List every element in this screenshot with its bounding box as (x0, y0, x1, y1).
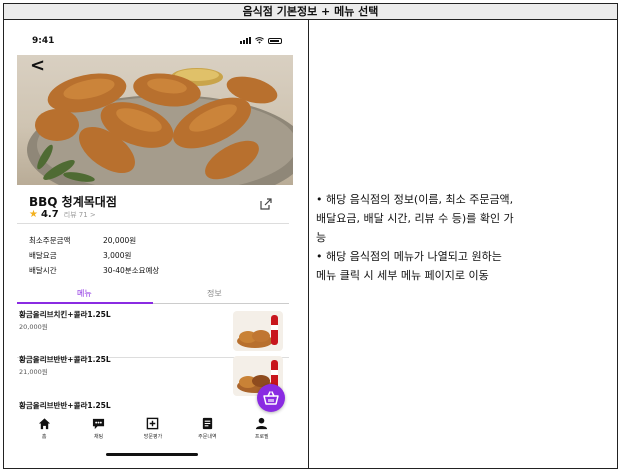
menu-item[interactable]: 황금올리브치킨+콜라1.25L 20,000원 (17, 309, 289, 353)
column-divider (308, 20, 309, 469)
status-icons (240, 37, 282, 44)
cart-button[interactable] (257, 384, 285, 412)
basket-icon (263, 391, 279, 405)
battery-icon (268, 37, 282, 44)
table-header: 음식점 기본정보 + 메뉴 선택 (4, 4, 617, 20)
rating-score: 4.7 (40, 209, 59, 220)
menu-item-image (233, 311, 283, 351)
nav-label: 주문내역 (198, 434, 217, 440)
nav-item-orders[interactable]: 주문내역 (183, 417, 231, 447)
share-icon[interactable] (259, 197, 273, 211)
menu-item-price: 21,000원 (19, 368, 48, 376)
receipt-icon (202, 417, 213, 430)
nav-label: 채팅 (93, 434, 104, 440)
menu-item-price: 20,000원 (19, 323, 48, 331)
status-time: 9:41 (32, 36, 55, 46)
menu-item-name: 황금올리브반반+콜라1.25L (19, 401, 111, 410)
store-name: BBQ 청계목대점 (29, 195, 117, 209)
nav-item-review[interactable]: 방문평가 (129, 417, 177, 447)
store-hero-image: < (17, 55, 293, 185)
info-value: 3,000원 (103, 251, 132, 260)
menu-item-name: 황금올리브반반+콜라1.25L (19, 355, 111, 364)
home-indicator (106, 453, 198, 456)
nav-item-home[interactable]: 홈 (20, 417, 68, 447)
menu-item[interactable]: 황금올리브반반+콜라1.25L 21,000원 (17, 354, 289, 398)
divider (17, 223, 289, 224)
description-text: • 해당 음식점의 정보(이름, 최소 주문금액, 배달요금, 배달 시간, 리… (316, 190, 612, 285)
description-line: 메뉴 클릭 시 세부 메뉴 페이지로 이동 (316, 269, 489, 282)
description-line: 배달요금, 배달 시간, 리뷰 수 등)를 확인 가 (316, 212, 514, 225)
info-row-delivery-time: 배달시간 30-40분소요예상 (29, 265, 159, 276)
tab-menu[interactable]: 메뉴 (77, 288, 92, 299)
reviews-link[interactable]: 리뷰 71 > (64, 210, 96, 220)
nav-label: 방문평가 (143, 434, 163, 440)
wifi-icon (255, 37, 264, 44)
nav-label: 홈 (41, 434, 47, 440)
tab-baseline (153, 303, 289, 304)
store-rating: ★ 4.7 리뷰 71 > (29, 209, 96, 220)
info-row-delivery-fee: 배달요금 3,000원 (29, 250, 131, 261)
fried-chicken-photo (27, 68, 293, 185)
info-label: 최소주문금액 (29, 236, 71, 245)
menu-item-name: 황금올리브치킨+콜라1.25L (19, 310, 111, 319)
nav-item-profile[interactable]: 프로필 (238, 417, 286, 447)
plus-square-icon (147, 417, 159, 430)
info-value: 20,000원 (103, 236, 137, 245)
menu-item[interactable]: 황금올리브반반+콜라1.25L (17, 400, 289, 416)
status-bar: 9:41 (12, 21, 294, 55)
profile-icon (256, 417, 268, 430)
star-icon: ★ (29, 209, 38, 220)
chat-icon (93, 418, 105, 430)
store-tabs: 메뉴 정보 (17, 286, 289, 304)
back-arrow-icon[interactable]: < (30, 57, 45, 75)
nav-item-chat[interactable]: 채팅 (75, 417, 123, 447)
description-line: • 해당 음식점의 정보(이름, 최소 주문금액, (316, 193, 514, 206)
info-label: 배달시간 (29, 266, 57, 275)
info-row-min-order: 최소주문금액 20,000원 (29, 235, 136, 246)
nav-label: 프로필 (254, 434, 269, 440)
tab-info[interactable]: 정보 (207, 288, 222, 299)
description-line: 능 (316, 231, 327, 244)
info-label: 배달요금 (29, 251, 57, 260)
description-line: • 해당 음식점의 메뉴가 나열되고 원하는 (316, 250, 502, 263)
bottom-nav: 홈 채팅 방문평가 주문내역 프로필 (17, 417, 289, 447)
active-tab-indicator (17, 302, 153, 304)
signal-icon (240, 37, 251, 44)
info-value: 30-40분소요예상 (103, 266, 160, 275)
phone-screen: 9:41 < BBQ 청계목대점 ★ 4.7 리뷰 71 > 최소주문금액 20… (12, 21, 294, 463)
home-icon (38, 418, 50, 430)
